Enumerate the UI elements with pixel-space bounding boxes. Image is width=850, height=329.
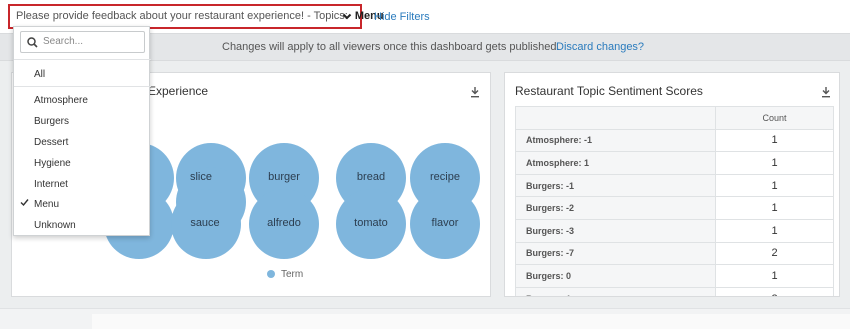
option-atmosphere[interactable]: Atmosphere (34, 95, 88, 106)
search-input[interactable]: Search... (20, 31, 145, 53)
search-icon (27, 37, 38, 48)
bubble-label: tomato (354, 217, 388, 229)
legend-label: Term (281, 269, 304, 280)
row-label: Burgers: 1 (515, 286, 716, 296)
table-row: Atmosphere: 11 (515, 151, 834, 175)
table-row: Atmosphere: -1 1 (515, 128, 834, 153)
topics-dropdown-menu: Search... All Atmosphere Burgers Dessert… (13, 26, 151, 236)
bubble-label: slice (189, 171, 212, 183)
table-row: Burgers: -7 2 (515, 241, 834, 266)
option-menu[interactable]: Menu (34, 199, 59, 210)
divider (14, 86, 151, 87)
chart-legend: Term (267, 269, 303, 280)
row-count: 1 (715, 218, 834, 243)
sentiment-table-widget: Restaurant Topic Sentiment Scores Count … (504, 72, 840, 297)
sentiment-table: Count Atmosphere: -1 1 Atmosphere: 11 Bur… (515, 106, 834, 296)
bubble-label: flavor (431, 217, 459, 229)
row-count: 1 (715, 196, 834, 220)
filter-prompt: Please provide feedback about your resta… (16, 10, 348, 22)
search-placeholder: Search... (43, 36, 84, 47)
next-widget-edge (92, 314, 850, 329)
widget-title: Restaurant Topic Sentiment Scores (515, 84, 703, 98)
row-label: Burgers: -1 (515, 173, 716, 198)
bubble-label: burger (268, 171, 300, 183)
row-label: Atmosphere: 1 (515, 151, 716, 175)
table-row: Burgers: 01 (515, 264, 834, 288)
row-label: Burgers: -3 (515, 218, 716, 243)
row-label: Burgers: -7 (515, 241, 716, 266)
download-icon[interactable] (821, 85, 831, 98)
row-count: 2 (715, 241, 834, 266)
row-count: 1 (715, 173, 834, 198)
download-icon[interactable] (470, 85, 480, 98)
bubble-label: sauce (190, 217, 220, 229)
row-label: Burgers: -2 (515, 196, 716, 220)
column-header-count: Count (715, 106, 834, 130)
chevron-down-icon (342, 6, 352, 35)
legend-swatch (267, 270, 275, 278)
option-dessert[interactable]: Dessert (34, 137, 68, 148)
table-row: Burgers: -1 1 (515, 173, 834, 198)
notice-message: Changes will apply to all viewers once t… (222, 41, 560, 53)
row-count: 1 (715, 128, 834, 153)
bubble-label: bread (356, 171, 386, 183)
table-header-row: Count (515, 106, 834, 130)
table-row: Burgers: -3 1 (515, 218, 834, 243)
table-row: Burgers: -2 1 (515, 196, 834, 220)
bubble-label: recipe (430, 171, 460, 183)
option-internet[interactable]: Internet (34, 179, 68, 190)
row-label: Burgers: 0 (515, 264, 716, 288)
row-count: 1 (715, 151, 834, 175)
discard-changes-link[interactable]: Discard changes? (556, 34, 644, 61)
hide-filters-link[interactable]: Hide Filters (374, 11, 430, 23)
row-count: 1 (715, 264, 834, 288)
row-count: 2 (715, 286, 834, 296)
option-burgers[interactable]: Burgers (34, 116, 69, 127)
bubble-label: alfredo (267, 217, 301, 229)
row-label: Atmosphere: -1 (515, 128, 716, 153)
checkmark-icon (20, 198, 29, 210)
option-unknown[interactable]: Unknown (34, 220, 76, 231)
table-row: Burgers: 12 (515, 286, 834, 296)
divider (14, 59, 151, 60)
table-corner-cell (515, 106, 716, 130)
option-all[interactable]: All (34, 69, 45, 80)
option-hygiene[interactable]: Hygiene (34, 158, 71, 169)
widget-title: Experience (148, 84, 209, 98)
